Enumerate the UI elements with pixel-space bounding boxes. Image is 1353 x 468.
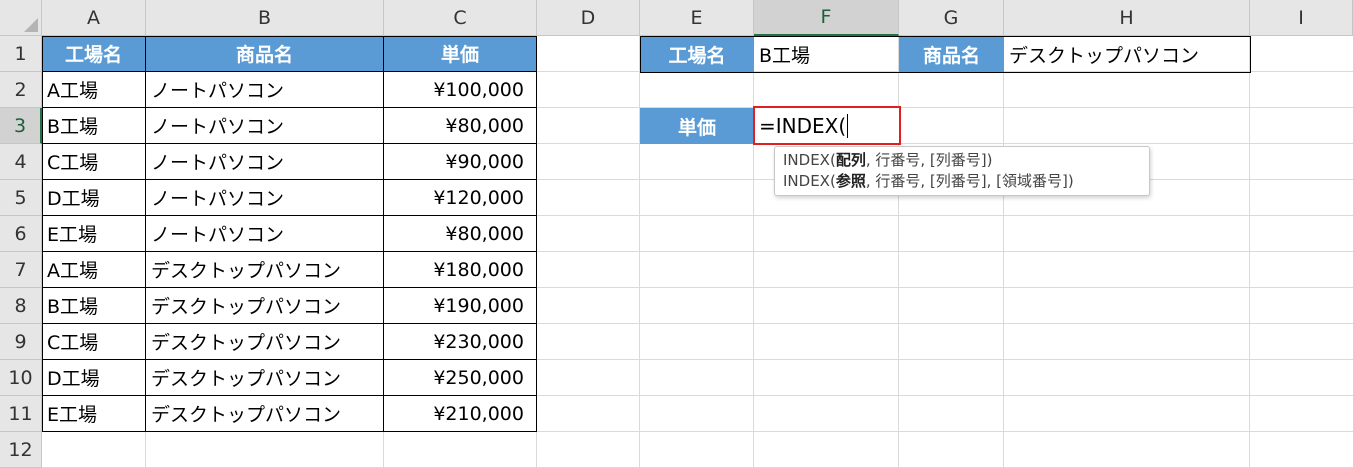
- table-cell[interactable]: ¥190,000: [384, 288, 537, 324]
- table-cell[interactable]: D工場: [42, 180, 146, 216]
- tooltip-bold: 参照: [835, 172, 866, 190]
- table-cell[interactable]: ¥230,000: [384, 324, 537, 360]
- table-cell[interactable]: E工場: [42, 396, 146, 432]
- table-cell[interactable]: C工場: [42, 324, 146, 360]
- row-header-6[interactable]: 6: [0, 216, 42, 252]
- column-header-f[interactable]: F: [754, 0, 899, 36]
- column-header-h[interactable]: H: [1004, 0, 1250, 36]
- column-header-c[interactable]: C: [384, 0, 537, 36]
- table-cell[interactable]: デスクトップパソコン: [146, 252, 384, 288]
- table-cell[interactable]: C工場: [42, 144, 146, 180]
- price-label-cell[interactable]: 単価: [640, 108, 754, 144]
- table-cell[interactable]: ¥80,000: [384, 108, 537, 144]
- table-cell[interactable]: デスクトップパソコン: [146, 396, 384, 432]
- table-cell[interactable]: ノートパソコン: [146, 216, 384, 252]
- table-cell[interactable]: ¥180,000: [384, 252, 537, 288]
- factory-value-cell[interactable]: B工場: [754, 36, 899, 72]
- row-header-1[interactable]: 1: [0, 36, 42, 72]
- row-header-12[interactable]: 12: [0, 432, 42, 468]
- row-header-4[interactable]: 4: [0, 144, 42, 180]
- table-header-cell[interactable]: 商品名: [146, 36, 384, 72]
- row-header-10[interactable]: 10: [0, 360, 42, 396]
- table-cell[interactable]: デスクトップパソコン: [146, 360, 384, 396]
- table-cell[interactable]: ¥210,000: [384, 396, 537, 432]
- table-cell[interactable]: ノートパソコン: [146, 72, 384, 108]
- table-cell[interactable]: ¥90,000: [384, 144, 537, 180]
- row-header-5[interactable]: 5: [0, 180, 42, 216]
- function-signature-tooltip[interactable]: INDEX(配列, 行番号, [列番号]) INDEX(参照, 行番号, [列番号…: [774, 146, 1150, 196]
- table-cell[interactable]: ノートパソコン: [146, 144, 384, 180]
- column-header-b[interactable]: B: [146, 0, 384, 36]
- tooltip-bold: 配列: [835, 151, 866, 169]
- row-header-8[interactable]: 8: [0, 288, 42, 324]
- formula-text: =INDEX(: [759, 113, 847, 138]
- tooltip-signature-line[interactable]: INDEX(配列, 行番号, [列番号]): [783, 150, 1141, 171]
- table-cell[interactable]: B工場: [42, 108, 146, 144]
- table-header-cell[interactable]: 工場名: [42, 36, 146, 72]
- column-header-i[interactable]: I: [1250, 0, 1353, 36]
- column-header-a[interactable]: A: [42, 0, 146, 36]
- table-header-cell[interactable]: 単価: [384, 36, 537, 72]
- factory-label-cell[interactable]: 工場名: [640, 36, 754, 72]
- product-label-cell[interactable]: 商品名: [899, 36, 1004, 72]
- formula-edit-cell[interactable]: =INDEX(: [753, 106, 901, 145]
- spreadsheet-grid[interactable]: A B C D E F G H I 1 2 3 4 5 6 7 8 9 10 11 12 工場名 商品名 単価 A工場 ノートパソ…: [0, 0, 1353, 468]
- tooltip-fn: INDEX(: [783, 172, 836, 190]
- row-header-11[interactable]: 11: [0, 396, 42, 432]
- table-cell[interactable]: D工場: [42, 360, 146, 396]
- table-cell[interactable]: ¥100,000: [384, 72, 537, 108]
- tooltip-signature-line[interactable]: INDEX(参照, 行番号, [列番号], [領域番号]): [783, 171, 1141, 192]
- tooltip-fn: INDEX(: [783, 151, 836, 169]
- table-cell[interactable]: ノートパソコン: [146, 180, 384, 216]
- select-all-corner[interactable]: [0, 0, 42, 36]
- select-all-triangle-icon: [24, 18, 38, 32]
- table-cell[interactable]: デスクトップパソコン: [146, 288, 384, 324]
- table-cell[interactable]: E工場: [42, 216, 146, 252]
- table-cell[interactable]: ¥250,000: [384, 360, 537, 396]
- table-cell[interactable]: A工場: [42, 72, 146, 108]
- text-caret: [847, 113, 849, 138]
- table-cell[interactable]: ノートパソコン: [146, 108, 384, 144]
- row-header-3[interactable]: 3: [0, 108, 42, 144]
- table-cell[interactable]: B工場: [42, 288, 146, 324]
- table-cell[interactable]: A工場: [42, 252, 146, 288]
- column-header-g[interactable]: G: [899, 0, 1004, 36]
- product-value-cell[interactable]: デスクトップパソコン: [1004, 36, 1250, 72]
- table-cell[interactable]: ¥120,000: [384, 180, 537, 216]
- table-cell[interactable]: デスクトップパソコン: [146, 324, 384, 360]
- row-header-2[interactable]: 2: [0, 72, 42, 108]
- tooltip-rest: , 行番号, [列番号], [領域番号]): [865, 172, 1074, 190]
- column-header-e[interactable]: E: [640, 0, 754, 36]
- column-header-d[interactable]: D: [537, 0, 640, 36]
- table-cell[interactable]: ¥80,000: [384, 216, 537, 252]
- row-header-9[interactable]: 9: [0, 324, 42, 360]
- tooltip-rest: , 行番号, [列番号]): [865, 151, 993, 169]
- row-header-7[interactable]: 7: [0, 252, 42, 288]
